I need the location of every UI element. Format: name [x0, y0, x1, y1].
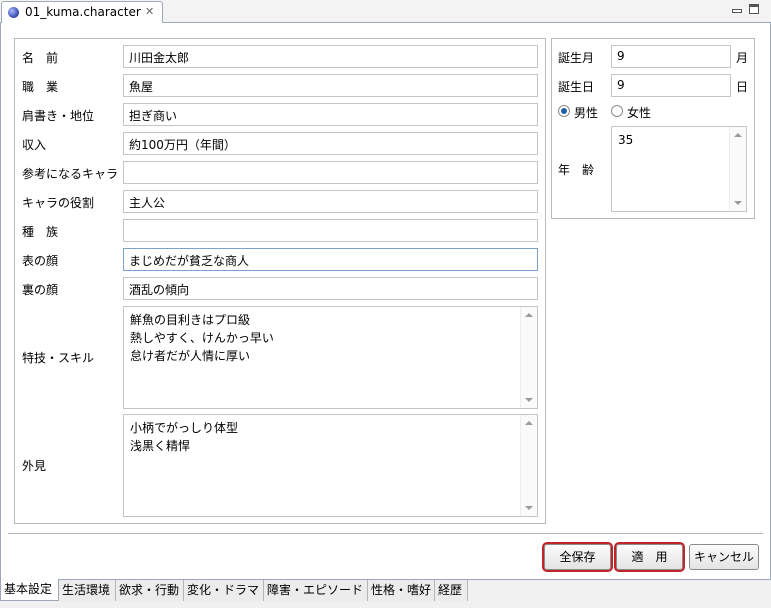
tab-change-drama[interactable]: 変化・ドラマ — [184, 580, 264, 601]
appearance-line: 小柄でがっしり体型 — [130, 421, 239, 435]
male-radio-label: 男性 — [574, 106, 599, 120]
spin-down-arrow-icon[interactable] — [734, 201, 742, 205]
birth-month-label: 誕生月 — [558, 51, 595, 65]
cancel-button[interactable]: キャンセル — [689, 544, 759, 570]
skills-scrollbar[interactable] — [520, 307, 537, 408]
public-face-label: 表の顔 — [22, 254, 59, 268]
minimize-icon[interactable] — [731, 3, 742, 14]
save-all-button[interactable]: 全保存 — [542, 542, 613, 572]
scroll-up-arrow-icon[interactable] — [525, 421, 533, 425]
occupation-input[interactable]: 魚屋 — [123, 74, 538, 97]
skills-textarea[interactable]: 鮮魚の目利きはプロ級 熱しやすく、けんかっ早い 怠け者だが人情に厚い — [123, 306, 538, 409]
month-unit-label: 月 — [736, 51, 749, 65]
character-file-icon — [8, 7, 19, 18]
tab-obstacle-episode[interactable]: 障害・エピソード — [264, 580, 368, 601]
female-radio[interactable] — [611, 105, 623, 117]
female-radio-label: 女性 — [627, 106, 652, 120]
tab-basic-settings[interactable]: 基本設定 — [0, 579, 59, 601]
public-face-input[interactable]: まじめだが貧乏な商人 — [123, 248, 538, 271]
birth-day-input[interactable]: 9 — [611, 74, 731, 97]
reference-character-label: 参考になるキャラ — [22, 167, 119, 181]
scroll-up-arrow-icon[interactable] — [525, 313, 533, 317]
scroll-down-arrow-icon[interactable] — [525, 398, 533, 402]
bottom-tab-bar: 基本設定 生活環境 欲求・行動 変化・ドラマ 障害・エピソード 性格・嗜好 経歴 — [0, 579, 771, 608]
character-role-input[interactable]: 主人公 — [123, 190, 538, 213]
skills-line: 熱しやすく、けんかっ早い — [130, 331, 274, 345]
name-input[interactable]: 川田金太郎 — [123, 45, 538, 68]
tab-history[interactable]: 経歴 — [435, 580, 468, 601]
day-unit-label: 日 — [736, 80, 749, 94]
tab-desire-action[interactable]: 欲求・行動 — [116, 580, 184, 601]
character-role-label: キャラの役割 — [22, 196, 95, 210]
editor-tab-bar: 01_kuma.character ✕ — [0, 0, 771, 23]
name-label: 名 前 — [22, 51, 59, 65]
title-position-input[interactable]: 担ぎ商い — [123, 103, 538, 126]
hidden-face-input[interactable]: 酒乱の傾向 — [123, 277, 538, 300]
occupation-label: 職 業 — [22, 80, 59, 94]
income-input[interactable]: 約100万円（年間） — [123, 132, 538, 155]
race-label: 種 族 — [22, 225, 59, 239]
close-icon[interactable]: ✕ — [145, 5, 154, 18]
skills-line: 怠け者だが人情に厚い — [130, 349, 251, 363]
age-scrollbar[interactable] — [729, 127, 746, 211]
apply-button[interactable]: 適 用 — [614, 542, 685, 572]
spin-up-arrow-icon[interactable] — [734, 133, 742, 137]
age-value: 35 — [618, 133, 634, 147]
tab-personality-taste[interactable]: 性格・嗜好 — [368, 580, 435, 601]
age-spinner[interactable]: 35 — [611, 126, 747, 212]
hidden-face-label: 裏の顔 — [22, 283, 59, 297]
skills-label: 特技・スキル — [22, 351, 95, 365]
appearance-scrollbar[interactable] — [520, 415, 537, 516]
appearance-label: 外見 — [22, 459, 47, 473]
birth-month-input[interactable]: 9 — [611, 45, 731, 68]
scroll-down-arrow-icon[interactable] — [525, 506, 533, 510]
appearance-line: 浅黒く精悍 — [130, 439, 191, 453]
title-position-label: 肩書き・地位 — [22, 109, 95, 123]
reference-character-input[interactable] — [123, 161, 538, 184]
appearance-textarea[interactable]: 小柄でがっしり体型 浅黒く精悍 — [123, 414, 538, 517]
editor-tab-title: 01_kuma.character — [25, 5, 141, 19]
male-radio[interactable] — [558, 105, 570, 117]
skills-line: 鮮魚の目利きはプロ級 — [130, 313, 251, 327]
birth-day-label: 誕生日 — [558, 80, 595, 94]
race-input[interactable] — [123, 219, 538, 242]
editor-tab[interactable]: 01_kuma.character ✕ — [1, 1, 163, 23]
age-label: 年 齢 — [558, 163, 595, 177]
tab-living-environment[interactable]: 生活環境 — [59, 580, 116, 601]
maximize-icon[interactable] — [749, 4, 759, 14]
income-label: 収入 — [22, 138, 47, 152]
separator — [8, 533, 763, 535]
